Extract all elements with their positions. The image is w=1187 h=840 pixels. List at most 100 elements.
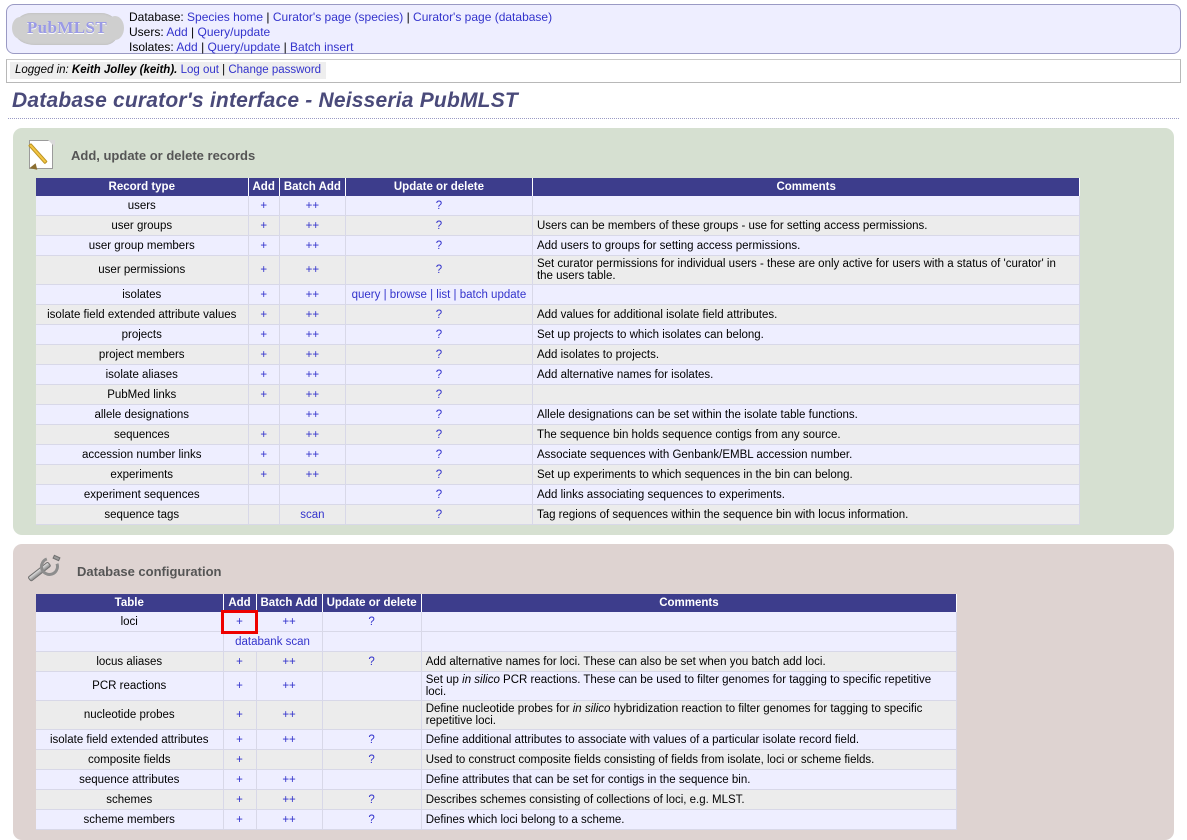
cell-batch-add-link[interactable]: scan: [300, 509, 324, 521]
cell-batch-add[interactable]: scan: [279, 504, 346, 525]
cell-batch-add[interactable]: ++: [256, 789, 323, 810]
cell-add[interactable]: +: [248, 324, 280, 345]
cell-update-or-delete[interactable]: ?: [345, 235, 533, 256]
cell-add-link[interactable]: +: [260, 429, 267, 441]
update-help-link[interactable]: ?: [436, 489, 442, 501]
cell-add-link[interactable]: +: [260, 264, 267, 276]
cell-add-link[interactable]: +: [260, 369, 267, 381]
cell-batch-add-link[interactable]: ++: [306, 240, 319, 252]
cell-batch-add-link[interactable]: ++: [306, 429, 319, 441]
cell-update-or-delete[interactable]: ?: [345, 324, 533, 345]
cell-add[interactable]: +: [248, 235, 280, 256]
update-help-link[interactable]: ?: [436, 349, 442, 361]
cell-add-link[interactable]: +: [260, 449, 267, 461]
link-curators-page-database[interactable]: Curator's page (database): [413, 10, 552, 24]
cell-batch-add[interactable]: ++: [279, 364, 346, 385]
update-help-link[interactable]: ?: [368, 616, 374, 628]
cell-update-or-delete[interactable]: query | browse | list | batch update: [345, 284, 533, 305]
cell-batch-add-link[interactable]: ++: [282, 774, 295, 786]
update-link-batch-update[interactable]: batch update: [460, 289, 527, 301]
cell-add[interactable]: +: [248, 255, 280, 285]
cell-add-link[interactable]: +: [260, 200, 267, 212]
update-help-link[interactable]: ?: [368, 794, 374, 806]
cell-batch-add[interactable]: ++: [279, 444, 346, 465]
update-help-link[interactable]: ?: [436, 240, 442, 252]
cell-add-link[interactable]: +: [236, 734, 243, 746]
cell-batch-add[interactable]: ++: [279, 324, 346, 345]
cell-add-link[interactable]: +: [236, 709, 243, 721]
link-isolates-add[interactable]: Add: [176, 40, 197, 54]
cell-batch-add-link[interactable]: ++: [306, 449, 319, 461]
cell-update-or-delete[interactable]: ?: [345, 424, 533, 445]
cell-batch-add[interactable]: ++: [256, 769, 323, 790]
update-help-link[interactable]: ?: [436, 200, 442, 212]
cell-batch-add-link[interactable]: ++: [306, 409, 319, 421]
cell-update-or-delete[interactable]: ?: [345, 504, 533, 525]
cell-add[interactable]: +: [248, 284, 280, 305]
cell-update-or-delete[interactable]: ?: [322, 789, 422, 810]
update-help-link[interactable]: ?: [436, 309, 442, 321]
cell-add[interactable]: +: [248, 304, 280, 325]
cell-update-or-delete[interactable]: ?: [345, 384, 533, 405]
cell-add[interactable]: +: [223, 789, 257, 810]
update-help-link[interactable]: ?: [368, 754, 374, 766]
cell-add[interactable]: +: [223, 729, 257, 750]
update-help-link[interactable]: ?: [436, 329, 442, 341]
cell-add-link[interactable]: +: [260, 309, 267, 321]
update-help-link[interactable]: ?: [436, 220, 442, 232]
cell-add-link[interactable]: +: [236, 814, 243, 826]
cell-batch-add-link[interactable]: ++: [306, 469, 319, 481]
cell-add-link[interactable]: +: [260, 240, 267, 252]
cell-update-or-delete[interactable]: ?: [345, 444, 533, 465]
cell-batch-add[interactable]: ++: [279, 424, 346, 445]
cell-batch-add-link[interactable]: ++: [282, 616, 295, 628]
cell-add-link[interactable]: +: [260, 220, 267, 232]
update-help-link[interactable]: ?: [436, 264, 442, 276]
cell-add[interactable]: +: [248, 424, 280, 445]
link-isolates-batch-insert[interactable]: Batch insert: [290, 40, 353, 54]
cell-batch-add[interactable]: ++: [279, 404, 346, 425]
cell-add-link[interactable]: +: [260, 469, 267, 481]
cell-batch-add-link[interactable]: ++: [306, 220, 319, 232]
update-help-link[interactable]: ?: [436, 469, 442, 481]
cell-databank-scan[interactable]: databank scan: [223, 631, 323, 652]
cell-add-highlighted[interactable]: +: [221, 610, 258, 634]
cell-add[interactable]: +: [223, 769, 257, 790]
link-users-add[interactable]: Add: [166, 25, 187, 39]
cell-update-or-delete[interactable]: ?: [345, 484, 533, 505]
cell-update-or-delete[interactable]: ?: [345, 344, 533, 365]
update-help-link[interactable]: ?: [436, 409, 442, 421]
cell-batch-add-link[interactable]: ++: [282, 709, 295, 721]
cell-update-or-delete[interactable]: ?: [322, 729, 422, 750]
cell-batch-add-link[interactable]: ++: [306, 369, 319, 381]
cell-batch-add-link[interactable]: ++: [306, 389, 319, 401]
update-help-link[interactable]: ?: [368, 814, 374, 826]
cell-add[interactable]: +: [248, 344, 280, 365]
cell-batch-add-link[interactable]: ++: [306, 264, 319, 276]
cell-update-or-delete[interactable]: ?: [345, 404, 533, 425]
cell-batch-add[interactable]: ++: [279, 344, 346, 365]
cell-batch-add-link[interactable]: ++: [282, 814, 295, 826]
cell-batch-add-link[interactable]: ++: [306, 309, 319, 321]
update-help-link[interactable]: ?: [368, 656, 374, 668]
cell-update-or-delete[interactable]: ?: [345, 364, 533, 385]
cell-add[interactable]: +: [223, 749, 257, 770]
cell-add[interactable]: +: [248, 384, 280, 405]
change-password-link[interactable]: Change password: [228, 64, 321, 76]
cell-add-link[interactable]: +: [260, 349, 267, 361]
update-help-link[interactable]: ?: [436, 449, 442, 461]
cell-add[interactable]: +: [248, 464, 280, 485]
logout-link[interactable]: Log out: [181, 64, 219, 76]
databank-scan-link[interactable]: databank scan: [235, 636, 310, 648]
cell-update-or-delete[interactable]: ?: [345, 304, 533, 325]
link-isolates-query-update[interactable]: Query/update: [208, 40, 281, 54]
cell-add[interactable]: +: [248, 364, 280, 385]
cell-batch-add-link[interactable]: ++: [282, 794, 295, 806]
cell-add-link[interactable]: +: [260, 329, 267, 341]
cell-update-or-delete[interactable]: ?: [322, 612, 422, 632]
cell-add[interactable]: +: [248, 444, 280, 465]
cell-add-link[interactable]: +: [236, 794, 243, 806]
update-help-link[interactable]: ?: [436, 389, 442, 401]
cell-batch-add[interactable]: ++: [279, 255, 346, 285]
cell-add-link[interactable]: +: [236, 774, 243, 786]
